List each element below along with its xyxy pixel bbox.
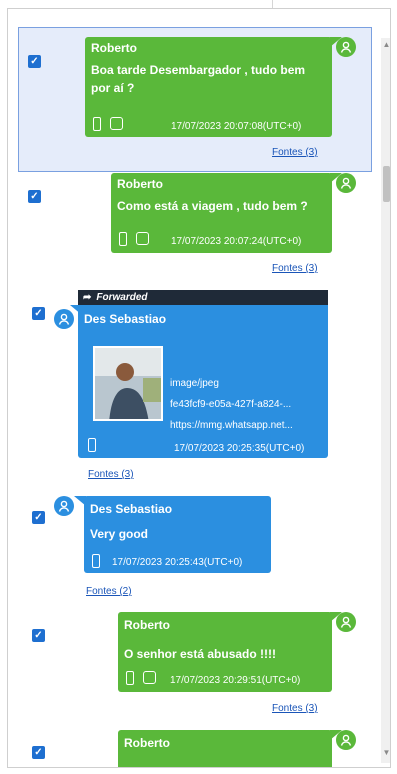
phone-icon [92, 554, 100, 568]
message-text: O senhor está abusado !!!! [124, 647, 277, 661]
message-checkbox[interactable]: ✓ [28, 190, 41, 203]
top-strip [0, 0, 397, 8]
divider [272, 0, 273, 8]
message-timestamp: 17/07/2023 20:25:43(UTC+0) [112, 557, 243, 568]
contact-card-icon [136, 232, 149, 245]
chat-panel: ✓ Roberto Boa tarde Desembargador , tudo… [7, 8, 391, 768]
sources-link[interactable]: Fontes (3) [272, 147, 318, 158]
message-text: Como está a viagem , tudo bem ? [117, 199, 308, 213]
scrollbar-thumb[interactable] [383, 166, 390, 202]
message-checkbox[interactable]: ✓ [32, 629, 45, 642]
message-timestamp: 17/07/2023 20:25:35(UTC+0) [174, 443, 305, 454]
message-bubble[interactable]: Roberto [118, 730, 332, 767]
sources-link[interactable]: Fontes (2) [86, 586, 132, 597]
message-text: Very good [90, 527, 149, 541]
attachment-type: image/jpeg [170, 378, 219, 389]
sender-name: Des Sebastiao [90, 502, 173, 516]
sources-link[interactable]: Fontes (3) [272, 703, 318, 714]
attachment-name: fe43fcf9-e05a-427f-a824-... [170, 399, 292, 410]
attachment-url[interactable]: https://mmg.whatsapp.net... [170, 418, 293, 433]
sender-name: Roberto [124, 736, 170, 750]
sender-name: Roberto [117, 177, 163, 191]
sources-link[interactable]: Fontes (3) [272, 263, 318, 274]
phone-icon [126, 671, 134, 685]
vertical-scrollbar[interactable]: ▲ ▼ [381, 38, 390, 763]
sender-name: Roberto [124, 618, 170, 632]
message-text: Boa tarde Desembargador , tudo bem por a… [91, 61, 329, 97]
contact-avatar-icon [54, 496, 74, 516]
message-checkbox[interactable]: ✓ [28, 55, 41, 68]
message-timestamp: 17/07/2023 20:07:24(UTC+0) [171, 236, 302, 247]
message-bubble[interactable]: Roberto O senhor está abusado !!!! 17/07… [118, 612, 332, 692]
message-text-line: por aí ? [91, 81, 135, 95]
contact-avatar-icon [336, 730, 356, 750]
scroll-up-arrow-icon[interactable]: ▲ [381, 40, 390, 49]
forwarded-banner: ➦ Forwarded [78, 290, 328, 305]
message-bubble[interactable]: Roberto Como está a viagem , tudo bem ? … [111, 173, 332, 253]
sender-name: Roberto [91, 41, 137, 55]
message-checkbox[interactable]: ✓ [32, 307, 45, 320]
message-checkbox[interactable]: ✓ [32, 511, 45, 524]
contact-avatar-icon [336, 612, 356, 632]
message-bubble[interactable]: Des Sebastiao image/jpeg fe43fcf9-e05a-4… [78, 305, 328, 458]
scroll-down-arrow-icon[interactable]: ▼ [381, 748, 390, 757]
contact-card-icon [143, 671, 156, 684]
phone-icon [93, 117, 101, 131]
sender-name: Des Sebastiao [84, 312, 167, 326]
message-bubble[interactable]: Roberto Boa tarde Desembargador , tudo b… [85, 37, 332, 137]
message-text-line: Boa tarde Desembargador , tudo bem [91, 63, 306, 77]
image-thumbnail[interactable] [93, 346, 163, 421]
contact-card-icon [110, 117, 123, 130]
contact-avatar-icon [336, 173, 356, 193]
phone-icon [88, 438, 96, 452]
message-bubble[interactable]: Des Sebastiao Very good 17/07/2023 20:25… [84, 496, 271, 573]
sources-link[interactable]: Fontes (3) [88, 469, 134, 480]
phone-icon [119, 232, 127, 246]
forward-arrow-icon: ➦ [83, 292, 92, 303]
message-timestamp: 17/07/2023 20:29:51(UTC+0) [170, 675, 301, 686]
message-timestamp: 17/07/2023 20:07:08(UTC+0) [171, 121, 302, 132]
contact-avatar-icon [336, 37, 356, 57]
forwarded-label: Forwarded [96, 292, 148, 303]
message-checkbox[interactable]: ✓ [32, 746, 45, 759]
